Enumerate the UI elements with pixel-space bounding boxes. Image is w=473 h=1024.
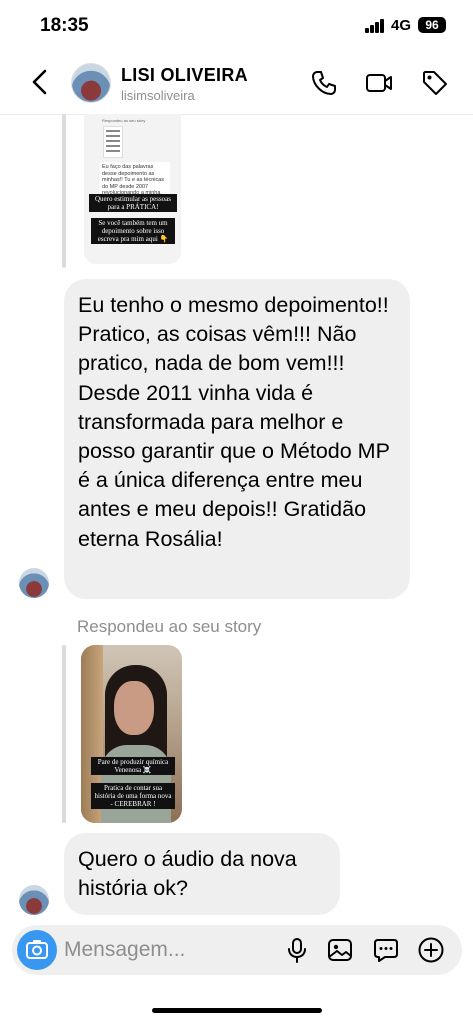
- reply-label: Respondeu ao seu story: [77, 617, 262, 636]
- phone-icon[interactable]: [309, 68, 339, 98]
- message-composer: Mensagem...: [12, 925, 462, 975]
- camera-button[interactable]: [17, 930, 57, 970]
- signal-icon: [365, 19, 385, 33]
- contact-username[interactable]: lisimsoliveira: [121, 88, 195, 103]
- story-thumbnail[interactable]: Respondeu ao seu story Eu faço das palav…: [84, 114, 181, 264]
- story-person-face: [114, 681, 154, 735]
- story-caption: Quero estimular as pessoas para a PRÁTIC…: [89, 194, 177, 212]
- microphone-icon[interactable]: [284, 937, 310, 963]
- camera-icon: [26, 940, 48, 959]
- video-camera-icon[interactable]: [364, 68, 394, 98]
- avatar[interactable]: [71, 63, 111, 103]
- battery-icon: 96: [418, 17, 446, 33]
- message-bubble[interactable]: Eu tenho o mesmo depoimento!! Pratico, a…: [64, 279, 410, 599]
- chat-bubble-icon[interactable]: [373, 937, 399, 963]
- contact-name[interactable]: LISI OLIVEIRA: [121, 65, 248, 86]
- story-thumbnail[interactable]: Pare de produzir química Venenosa ☠️ Pra…: [81, 645, 182, 823]
- chat-header: LISI OLIVEIRA lisimsoliveira: [0, 52, 473, 115]
- message-bubble[interactable]: Quero o áudio da nova história ok?: [64, 833, 340, 915]
- status-time: 18:35: [40, 15, 89, 36]
- image-icon[interactable]: [327, 937, 353, 963]
- chevron-left-icon[interactable]: [28, 68, 52, 96]
- story-caption: Pratica de contar sua história de uma fo…: [91, 783, 175, 809]
- story-caption: Se você também tem um depoimento sobre i…: [91, 218, 175, 244]
- home-indicator[interactable]: [152, 1008, 322, 1013]
- story-caption: Pare de produzir química Venenosa ☠️: [91, 757, 175, 775]
- avatar[interactable]: [19, 568, 49, 598]
- tag-icon[interactable]: [420, 68, 450, 98]
- message-input[interactable]: Mensagem...: [64, 938, 185, 962]
- reply-indicator-bar: [62, 645, 66, 823]
- message-text: Eu tenho o mesmo depoimento!! Pratico, a…: [78, 293, 390, 551]
- message-text: Quero o áudio da nova história ok?: [78, 847, 297, 900]
- avatar[interactable]: [19, 885, 49, 915]
- status-bar: 18:35 4G 96: [0, 0, 473, 52]
- story-document-image: [103, 126, 123, 158]
- story-top-text: Respondeu ao seu story: [102, 118, 146, 123]
- plus-circle-icon[interactable]: [418, 937, 444, 963]
- network-type: 4G: [391, 17, 412, 34]
- reply-indicator-bar: [62, 114, 66, 268]
